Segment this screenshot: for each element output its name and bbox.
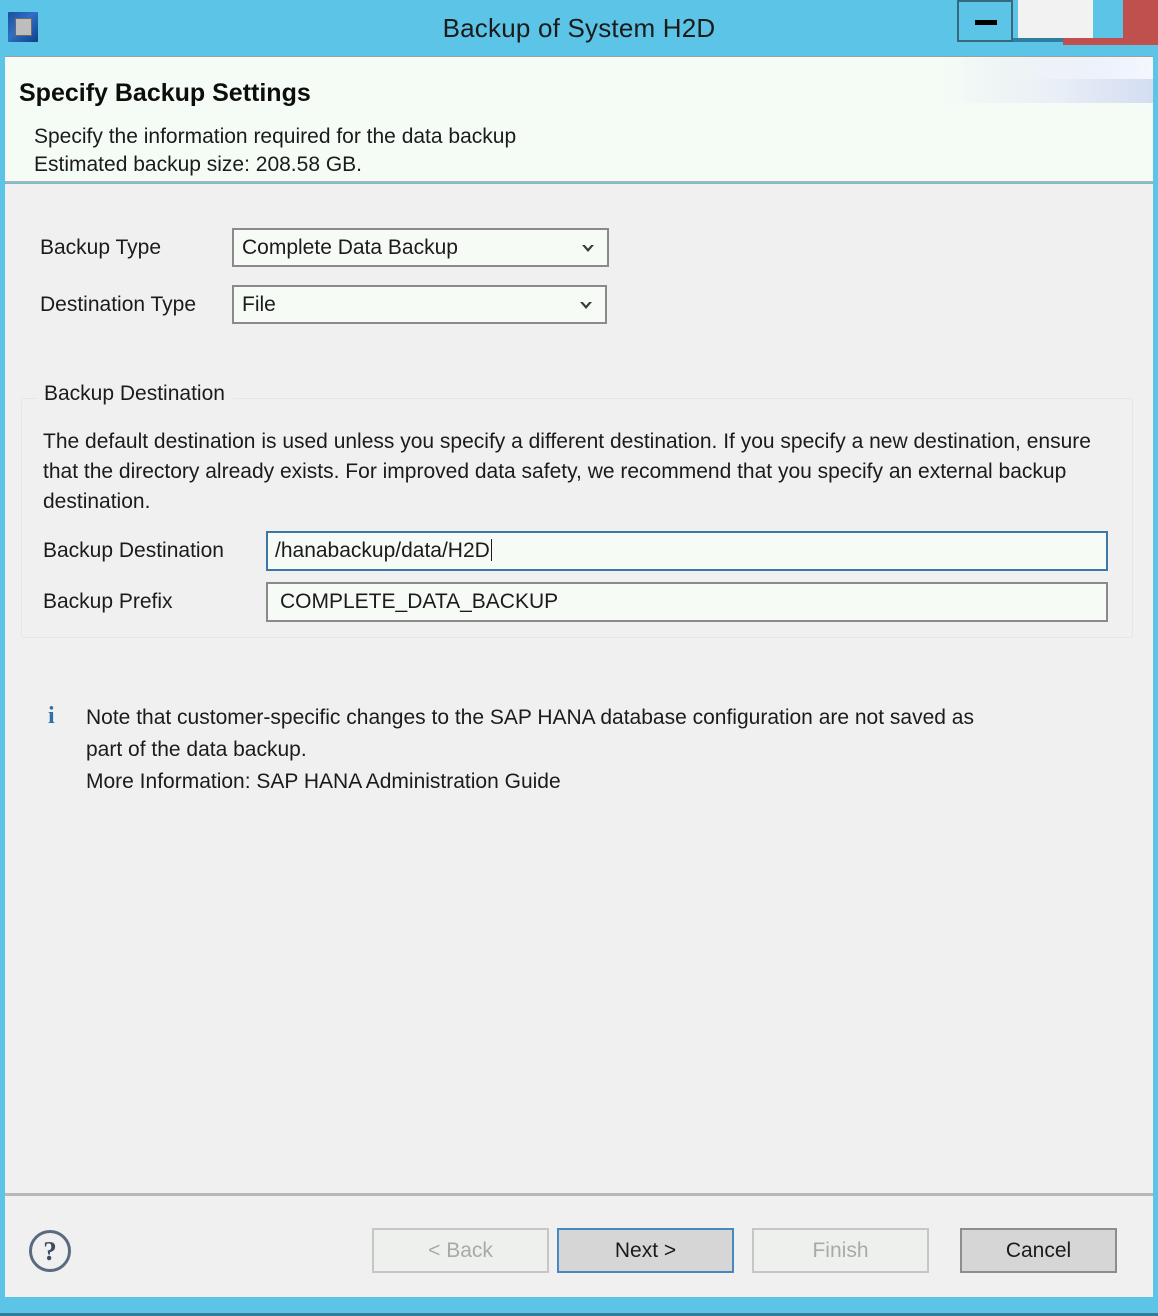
next-button[interactable]: Next >: [557, 1228, 734, 1273]
finish-button[interactable]: Finish: [752, 1228, 929, 1273]
back-button[interactable]: < Back: [372, 1228, 549, 1273]
backup-prefix-input[interactable]: COMPLETE_DATA_BACKUP: [266, 582, 1108, 622]
close-icon[interactable]: [1123, 0, 1158, 38]
backup-type-value: Complete Data Backup: [242, 235, 458, 259]
backup-destination-input[interactable]: /hanabackup/data/H2D: [266, 531, 1108, 571]
backup-destination-group-description: The default destination is used unless y…: [43, 430, 1091, 513]
wizard-header: Specify Backup Settings Specify the info…: [5, 56, 1153, 183]
backup-type-label: Backup Type: [40, 236, 162, 259]
page-description-line1: Specify the information required for the…: [34, 125, 517, 148]
text-caret: [490, 539, 492, 561]
page-description-line2: Estimated backup size: 208.58 GB.: [34, 153, 363, 176]
backup-destination-label: Backup Destination: [43, 539, 224, 562]
window-bottom-frame: [0, 1297, 1158, 1316]
note-line1: Note that customer-specific changes to t…: [86, 706, 974, 729]
destination-type-dropdown[interactable]: File: [232, 285, 607, 324]
minimize-icon[interactable]: [957, 0, 1013, 42]
backup-type-dropdown[interactable]: Complete Data Backup: [232, 228, 609, 267]
chevron-down-icon: [577, 296, 595, 314]
title-bar[interactable]: Backup of System H2D: [0, 0, 1158, 56]
destination-type-label: Destination Type: [40, 293, 197, 316]
chevron-down-icon: [579, 239, 597, 257]
note-line2: part of the data backup.: [86, 738, 307, 761]
close-button-strip: [1063, 38, 1158, 45]
destination-type-value: File: [242, 292, 276, 316]
backup-destination-value: /hanabackup/data/H2D: [275, 539, 492, 562]
help-icon[interactable]: ?: [29, 1230, 71, 1272]
cancel-button[interactable]: Cancel: [960, 1228, 1117, 1273]
backup-destination-group-title: Backup Destination: [36, 382, 233, 406]
dialog-body: [5, 184, 1153, 1193]
note-line3: More Information: SAP HANA Administratio…: [86, 770, 561, 793]
dialog-window: Backup of System H2D Specify Backup Sett…: [0, 0, 1158, 1316]
maximize-button[interactable]: [1018, 0, 1093, 38]
header-banner-highlight: [1003, 57, 1153, 79]
backup-prefix-label: Backup Prefix: [43, 590, 173, 613]
titlebar-underline-accent: [1013, 38, 1063, 42]
backup-prefix-value: COMPLETE_DATA_BACKUP: [280, 590, 559, 613]
note-text: Note that customer-specific changes to t…: [86, 702, 1116, 798]
page-title: Specify Backup Settings: [19, 79, 311, 107]
info-icon: i: [48, 703, 55, 729]
